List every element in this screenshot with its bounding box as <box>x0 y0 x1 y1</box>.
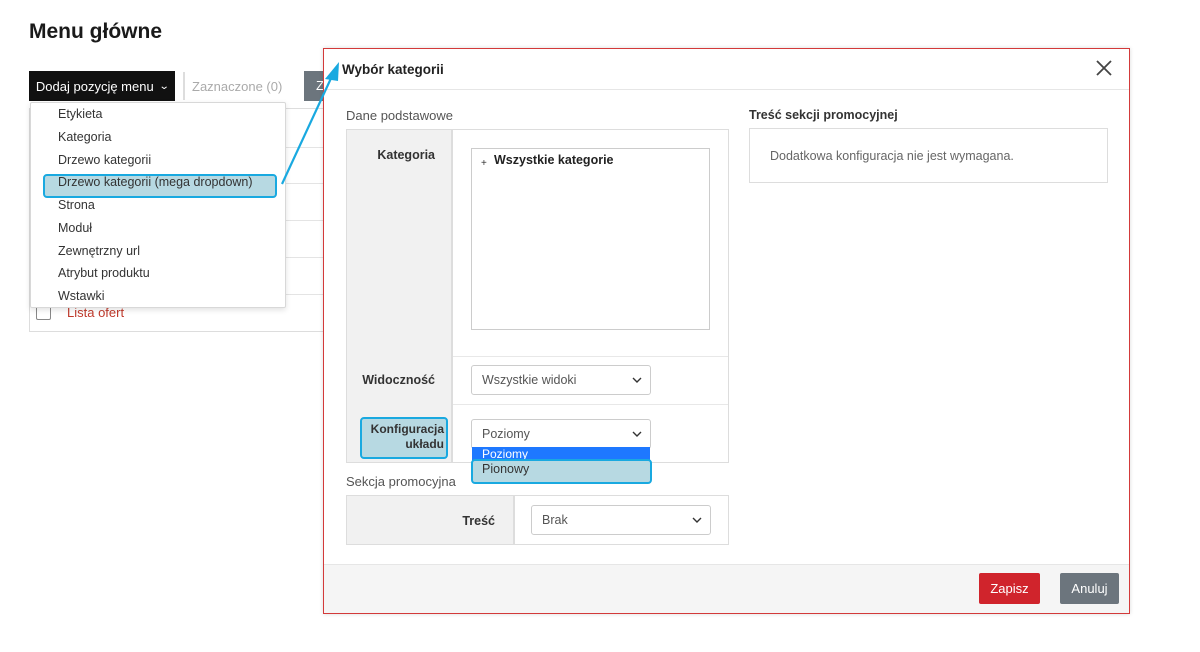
chevron-down-icon: ⌄ <box>158 80 170 92</box>
dropdown-item-kategoria[interactable]: Kategoria <box>58 130 112 144</box>
chevron-down-icon <box>632 377 642 383</box>
add-menu-item-label: Dodaj pozycję menu <box>35 78 154 94</box>
category-modal: Wybór kategorii Dane podstawowe Treść se… <box>323 48 1130 614</box>
promo-content-text: Dodatkowa konfiguracja nie jest wymagana… <box>770 149 1014 163</box>
toolbar-divider <box>183 72 185 100</box>
dropdown-item-atrybut-produktu[interactable]: Atrybut produktu <box>58 266 150 280</box>
dropdown-item-modul[interactable]: Moduł <box>58 221 92 235</box>
cancel-button[interactable]: Anuluj <box>1060 573 1119 604</box>
add-menu-dropdown: Etykieta Kategoria Drzewo kategorii Drze… <box>30 102 286 308</box>
chevron-down-icon <box>632 431 642 437</box>
tree-root-label[interactable]: Wszystkie kategorie <box>494 153 614 167</box>
dropdown-item-mega-dropdown[interactable]: Drzewo kategorii (mega dropdown) <box>58 175 253 189</box>
layout-config-label: Konfiguracja układu <box>370 422 444 451</box>
promo-content-box: Dodatkowa konfiguracja nie jest wymagana… <box>749 128 1108 183</box>
content-label: Treść <box>462 514 495 528</box>
category-label: Kategoria <box>377 148 435 162</box>
close-icon[interactable] <box>1095 59 1113 77</box>
layout-select[interactable]: Poziomy <box>471 419 651 449</box>
visibility-value: Wszystkie widoki <box>482 373 577 387</box>
row-divider <box>453 404 728 405</box>
page-title: Menu główne <box>29 20 162 43</box>
promo-content-title: Treść sekcji promocyjnej <box>749 108 898 122</box>
category-tree[interactable]: + Wszystkie kategorie <box>471 148 710 330</box>
layout-value: Poziomy <box>482 427 530 441</box>
dropdown-item-drzewo-kategorii[interactable]: Drzewo kategorii <box>58 153 151 167</box>
save-button[interactable]: Zapisz <box>979 573 1040 604</box>
visibility-label: Widoczność <box>362 373 435 387</box>
dropdown-item-etykieta[interactable]: Etykieta <box>58 107 102 121</box>
expand-icon[interactable]: + <box>481 158 487 169</box>
basic-section-label: Dane podstawowe <box>346 108 453 123</box>
dropdown-item-zewnetrzny-url[interactable]: Zewnętrzny url <box>58 244 140 258</box>
modal-footer: Zapisz Anuluj <box>324 564 1129 613</box>
modal-title: Wybór kategorii <box>342 62 444 77</box>
row-divider <box>453 356 728 357</box>
selected-count: Zaznaczone (0) <box>192 79 283 94</box>
dropdown-item-wstawki[interactable]: Wstawki <box>58 289 105 303</box>
content-select[interactable]: Brak <box>531 505 711 535</box>
dropdown-item-strona[interactable]: Strona <box>58 198 95 212</box>
promo-form: Treść Brak <box>346 495 729 545</box>
label-column <box>347 130 453 462</box>
layout-options-list: Poziomy Pionowy <box>471 447 652 487</box>
add-menu-item-button[interactable]: Dodaj pozycję menu ⌄ <box>29 71 175 101</box>
chevron-down-icon <box>692 517 702 523</box>
promo-section-label: Sekcja promocyjna <box>346 474 456 489</box>
layout-option-pionowy[interactable]: Pionowy <box>482 462 529 476</box>
content-value: Brak <box>542 513 568 527</box>
modal-header: Wybór kategorii <box>324 49 1129 90</box>
visibility-select[interactable]: Wszystkie widoki <box>471 365 651 395</box>
basic-data-form: Kategoria + Wszystkie kategorie Widoczno… <box>346 129 729 463</box>
